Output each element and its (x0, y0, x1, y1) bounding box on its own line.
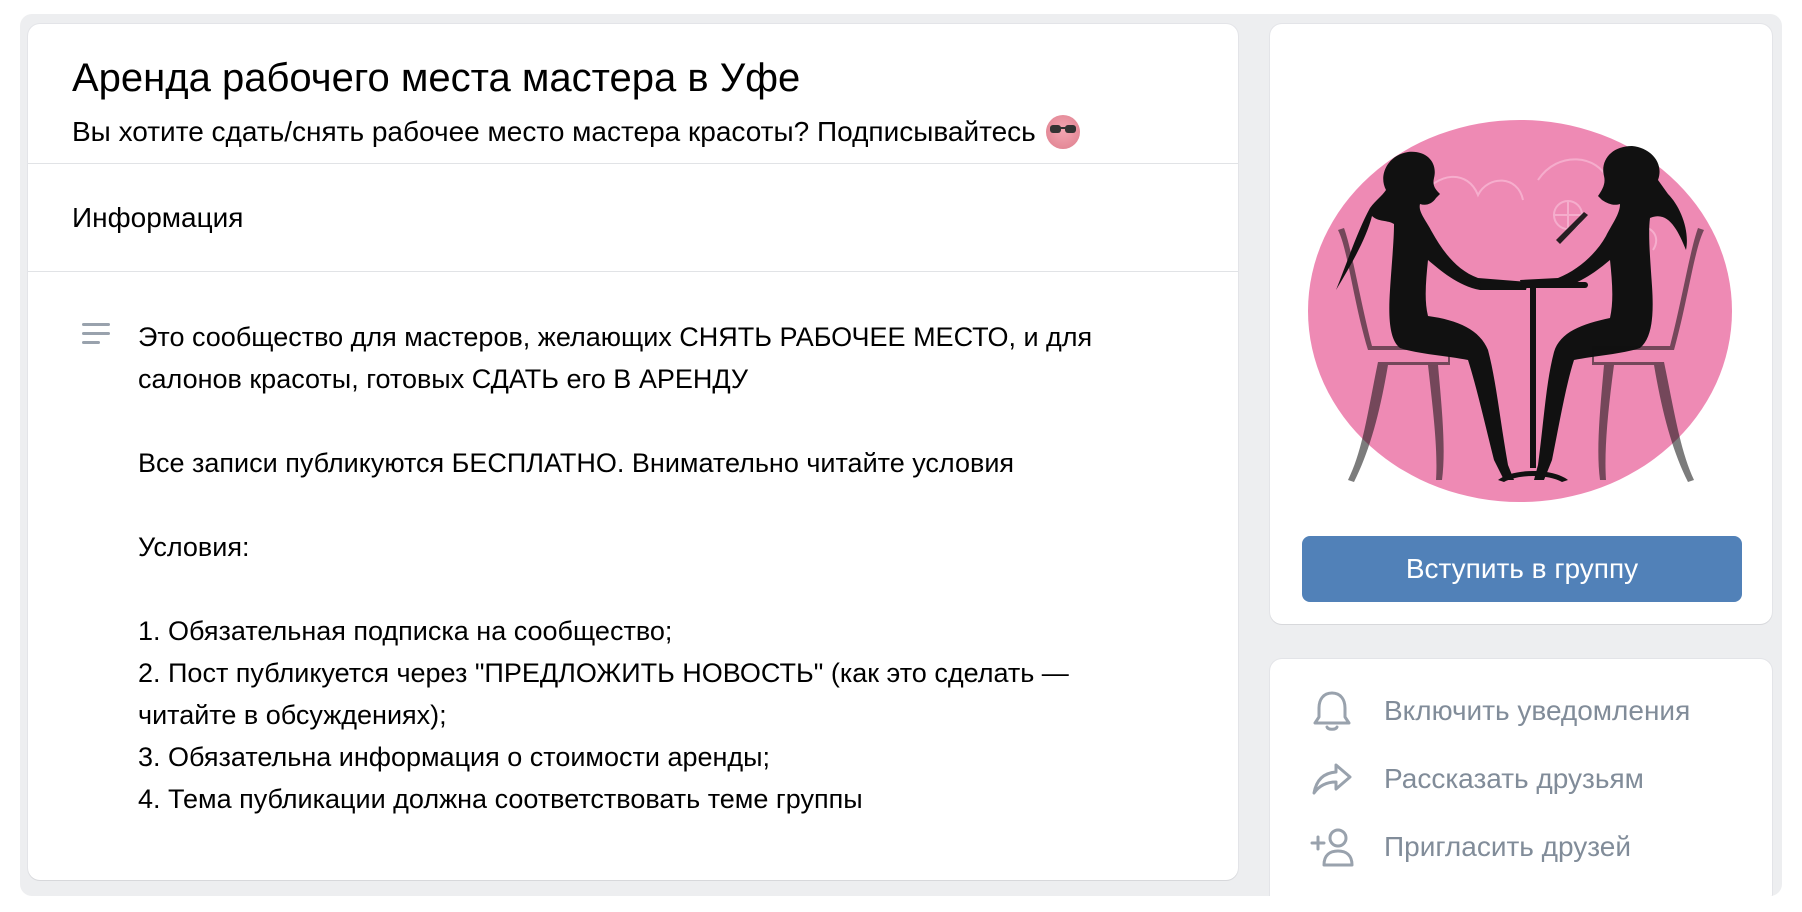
group-status: Вы хотите сдать/снять рабочее место маст… (72, 114, 1194, 150)
page-title: Аренда рабочего места мастера в Уфе (72, 56, 801, 100)
tell-friends-action[interactable]: Рассказать друзьям (1308, 749, 1644, 809)
join-group-button[interactable]: Вступить в группу (1302, 536, 1742, 602)
page-background: Аренда рабочего места мастера в Уфе Вы х… (20, 14, 1782, 896)
invite-friends-label: Пригласить друзей (1384, 831, 1632, 862)
description-line: 2. Пост публикуется через "ПРЕДЛОЖИТЬ НО… (138, 658, 1069, 688)
description-line: 4. Тема публикации должна соответствоват… (138, 784, 863, 814)
description-line: салонов красоты, готовых СДАТЬ его В АРЕ… (138, 364, 749, 394)
enable-notifications-label: Включить уведомления (1384, 695, 1691, 726)
description-line: 3. Обязательна информация о стоимости ар… (138, 742, 771, 772)
group-avatar[interactable] (1308, 120, 1732, 502)
description-line: Все записи публикуются БЕСПЛАТНО. Внимат… (138, 448, 1015, 478)
add-user-icon (1310, 828, 1354, 867)
group-info-card: Аренда рабочего места мастера в Уфе Вы х… (28, 24, 1238, 880)
description-line: Это сообщество для мастеров, желающих СН… (138, 322, 1093, 352)
group-status-text: Вы хотите сдать/снять рабочее место маст… (72, 116, 1036, 147)
group-description: Это сообщество для мастеров, желающих СН… (28, 272, 1238, 820)
tell-friends-label: Рассказать друзьям (1384, 763, 1644, 794)
invite-friends-action[interactable]: Пригласить друзей (1308, 817, 1631, 877)
sunglasses-face-icon (1045, 115, 1080, 149)
description-line: читайте в обсуждениях); (138, 700, 447, 730)
bell-icon (1313, 691, 1351, 731)
description-line: Условия: (138, 532, 250, 562)
section-information-header[interactable]: Информация (28, 164, 1238, 272)
section-information-label: Информация (72, 201, 244, 233)
group-header: Аренда рабочего места мастера в Уфе Вы х… (28, 24, 1238, 164)
share-arrow-icon (1312, 763, 1352, 795)
description-line: 1. Обязательная подписка на сообщество; (138, 616, 673, 646)
description-text: Это сообщество для мастеров, желающих СН… (138, 316, 1194, 820)
group-actions-card: Включить уведомления Рассказать друзьям … (1270, 659, 1772, 896)
group-cover-card: Вступить в группу (1270, 24, 1772, 624)
enable-notifications-action[interactable]: Включить уведомления (1308, 681, 1690, 741)
text-lines-icon (82, 323, 110, 344)
